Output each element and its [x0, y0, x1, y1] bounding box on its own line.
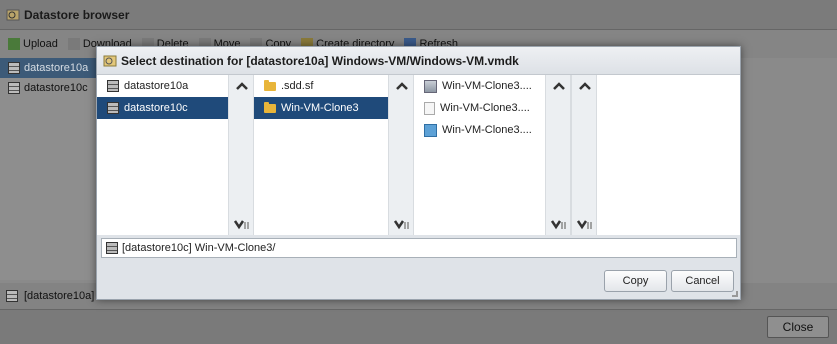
column-scrollbar[interactable] — [228, 75, 254, 235]
column-scrollbar[interactable] — [545, 75, 571, 235]
datastore-icon — [8, 82, 20, 94]
datastore-browser-icon — [103, 55, 117, 66]
datastore-icon — [107, 80, 119, 92]
download-icon — [67, 38, 80, 50]
scroll-up-icon[interactable] — [394, 79, 410, 93]
folder-icon — [264, 79, 276, 91]
vm-icon — [424, 123, 437, 137]
destination-path-field[interactable]: [datastore10c] Win-VM-Clone3/ — [101, 238, 737, 258]
file-column: Win-VM-Clone3.... Win-VM-Clone3.... Win-… — [414, 75, 571, 235]
scroll-down-icon[interactable] — [551, 217, 567, 231]
column-scrollbar[interactable] — [571, 75, 597, 235]
resize-grip-icon[interactable] — [732, 291, 738, 297]
list-item[interactable]: datastore10a — [97, 75, 228, 97]
upload-button[interactable]: Upload — [8, 38, 58, 50]
list-item[interactable]: Win-VM-Clone3.... — [414, 75, 545, 97]
column-scrollbar[interactable] — [388, 75, 414, 235]
datastore-icon — [106, 242, 118, 254]
datastore-icon — [107, 102, 119, 114]
scroll-up-icon[interactable] — [577, 79, 593, 93]
dialog-title-bar: Select destination for [datastore10a] Wi… — [97, 47, 740, 75]
datastore-item[interactable]: datastore10c — [0, 78, 96, 98]
scroll-down-icon[interactable] — [394, 217, 410, 231]
folder-column: .sdd.sf Win-VM-Clone3 — [254, 75, 414, 235]
datastore-item[interactable]: datastore10a — [0, 58, 96, 78]
datastore-column: datastore10a datastore10c — [97, 75, 254, 235]
list-item[interactable]: Win-VM-Clone3 — [254, 97, 388, 119]
window-title: Datastore browser — [24, 7, 130, 22]
scroll-up-icon[interactable] — [234, 79, 250, 93]
cancel-button[interactable]: Cancel — [671, 270, 734, 292]
window-footer: Close — [0, 309, 837, 344]
list-item[interactable]: .sdd.sf — [254, 75, 388, 97]
list-item[interactable]: Win-VM-Clone3.... — [414, 97, 545, 119]
list-item[interactable]: datastore10c — [97, 97, 228, 119]
datastore-list: datastore10a datastore10c — [0, 58, 96, 280]
empty-column — [571, 75, 740, 235]
copy-button[interactable]: Copy — [604, 270, 667, 292]
dialog-title: Select destination for [datastore10a] Wi… — [121, 53, 519, 68]
scroll-down-icon[interactable] — [577, 217, 593, 231]
scroll-up-icon[interactable] — [551, 79, 567, 93]
datastore-browser-icon — [6, 9, 20, 20]
status-path: [datastore10a] — [24, 290, 95, 302]
destination-path: [datastore10c] Win-VM-Clone3/ — [122, 242, 276, 254]
select-destination-dialog: Select destination for [datastore10a] Wi… — [96, 46, 741, 300]
window-title-bar: Datastore browser — [0, 0, 837, 30]
scroll-down-icon[interactable] — [234, 217, 250, 231]
disk-icon — [424, 79, 437, 93]
file-icon — [424, 101, 435, 115]
browser-columns: datastore10a datastore10c .sdd.sf Win-VM… — [97, 75, 740, 235]
list-item[interactable]: Win-VM-Clone3.... — [414, 119, 545, 141]
upload-icon — [8, 38, 20, 50]
close-button[interactable]: Close — [767, 316, 829, 338]
folder-icon — [264, 101, 276, 113]
datastore-icon — [6, 290, 18, 302]
datastore-icon — [8, 62, 20, 74]
